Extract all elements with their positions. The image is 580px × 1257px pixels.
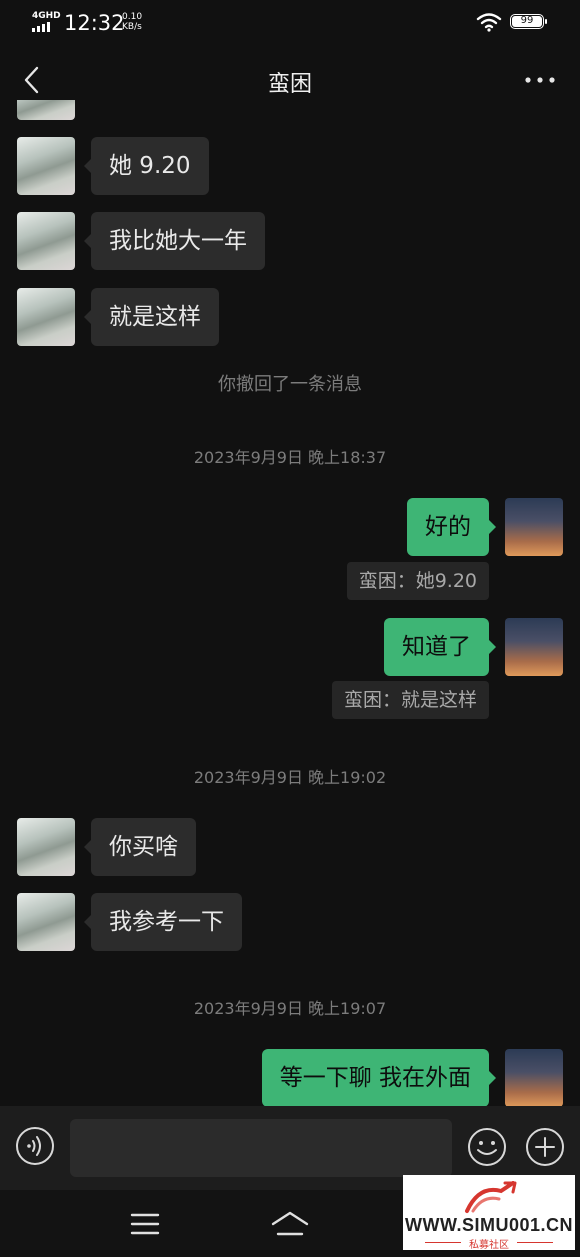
outgoing-message[interactable]: 知道了 bbox=[384, 618, 496, 676]
watermark: WWW.SIMU001.CN 私募社区 bbox=[403, 1175, 575, 1251]
network-speed: 0.10 KB/s bbox=[122, 12, 142, 32]
more-dots-icon[interactable] bbox=[522, 70, 558, 90]
menu-icon[interactable] bbox=[130, 1212, 160, 1236]
contact-avatar[interactable] bbox=[17, 212, 75, 270]
battery-icon: 99 bbox=[510, 14, 547, 29]
network-type: 4GHD bbox=[32, 11, 61, 21]
watermark-text: WWW.SIMU001.CN bbox=[404, 1215, 573, 1235]
outgoing-message[interactable]: 好的 bbox=[407, 498, 496, 556]
incoming-message[interactable]: 我比她大一年 bbox=[84, 212, 265, 270]
plus-icon[interactable] bbox=[524, 1126, 566, 1168]
timestamp: 2023年9月9日 晚上18:37 bbox=[193, 448, 387, 467]
incoming-message[interactable]: 我参考一下 bbox=[84, 893, 242, 951]
battery-level: 99 bbox=[520, 15, 534, 26]
watermark-subtext: 私募社区 bbox=[469, 1240, 509, 1251]
wifi-icon bbox=[476, 13, 502, 32]
timestamp: 2023年9月9日 晚上19:07 bbox=[193, 999, 387, 1018]
user-avatar[interactable] bbox=[505, 1049, 563, 1107]
contact-avatar[interactable] bbox=[17, 137, 75, 195]
speed-value: 0.10 bbox=[122, 12, 143, 22]
contact-avatar[interactable] bbox=[17, 893, 75, 951]
watermark-logo-icon bbox=[465, 1181, 517, 1213]
home-icon[interactable] bbox=[270, 1210, 310, 1238]
chat-header: 蛮困 bbox=[0, 50, 580, 110]
contact-avatar[interactable] bbox=[17, 288, 75, 346]
emoji-icon[interactable] bbox=[466, 1126, 508, 1168]
speed-unit: KB/s bbox=[122, 22, 142, 32]
contact-avatar[interactable] bbox=[17, 818, 75, 876]
quoted-message[interactable]: 蛮困：就是这样 bbox=[331, 681, 489, 719]
user-avatar[interactable] bbox=[505, 618, 563, 676]
status-bar: 4GHD 12:32 0.10 KB/s 99 bbox=[0, 0, 580, 46]
chat-title: 蛮困 bbox=[267, 72, 312, 97]
outgoing-message[interactable]: 等一下聊 我在外面 bbox=[261, 1049, 497, 1107]
watermark-divider bbox=[517, 1242, 553, 1243]
quoted-message[interactable]: 蛮困：她9.20 bbox=[346, 562, 489, 600]
signal-icon bbox=[32, 22, 50, 32]
incoming-message[interactable]: 她 9.20 bbox=[84, 137, 209, 195]
incoming-message[interactable]: 你买啥 bbox=[84, 818, 196, 876]
voice-icon[interactable] bbox=[15, 1126, 55, 1166]
message-input[interactable] bbox=[70, 1119, 452, 1177]
status-time: 12:32 bbox=[64, 11, 125, 35]
recall-notice: 你撤回了一条消息 bbox=[218, 374, 362, 395]
timestamp: 2023年9月9日 晚上19:02 bbox=[193, 768, 387, 787]
user-avatar[interactable] bbox=[505, 498, 563, 556]
incoming-message[interactable]: 就是这样 bbox=[84, 288, 219, 346]
